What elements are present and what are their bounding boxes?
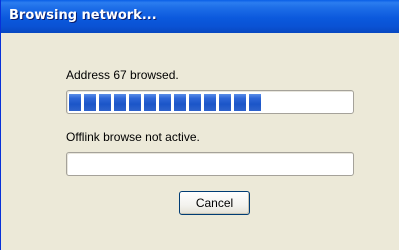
window-title: Browsing network...: [9, 8, 157, 23]
cancel-button[interactable]: Cancel: [179, 191, 250, 215]
title-bar[interactable]: Browsing network...: [1, 0, 399, 33]
progress-block: [114, 94, 126, 111]
progress-block: [84, 94, 96, 111]
progress-block: [189, 94, 201, 111]
progress-block: [249, 94, 261, 111]
offlink-status-text: Offlink browse not active.: [66, 130, 200, 144]
address-status-text: Address 67 browsed.: [66, 68, 179, 82]
offlink-progress-fill: [69, 156, 351, 173]
progress-block: [234, 94, 246, 111]
progress-block: [159, 94, 171, 111]
browse-progress-fill: [69, 94, 351, 111]
progress-block: [219, 94, 231, 111]
offlink-progress-bar: [66, 152, 354, 176]
progress-block: [144, 94, 156, 111]
progress-block: [129, 94, 141, 111]
dialog-body: [2, 33, 399, 250]
browse-progress-bar: [66, 90, 354, 114]
progress-block: [204, 94, 216, 111]
progress-block: [69, 94, 81, 111]
progress-dialog: Browsing network... Address 67 browsed. …: [0, 0, 399, 250]
progress-block: [99, 94, 111, 111]
progress-block: [174, 94, 186, 111]
